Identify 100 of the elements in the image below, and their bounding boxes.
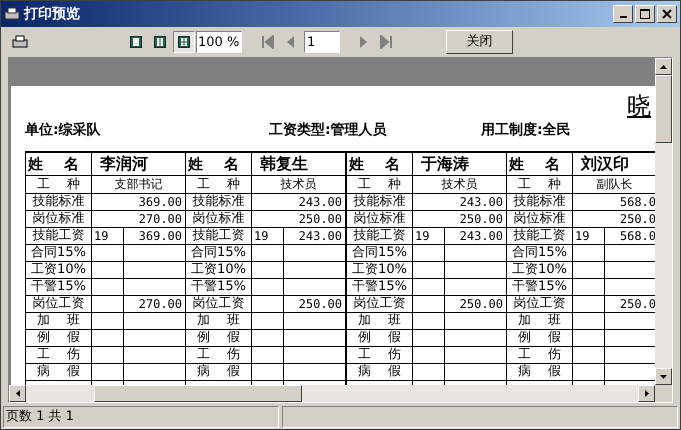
- up-arrow-icon: [660, 64, 667, 68]
- row-label: 工资10%: [507, 262, 573, 278]
- row-label: 技能标准: [186, 194, 252, 210]
- job-title: 技术员: [440, 176, 478, 193]
- maximize-button[interactable]: [635, 5, 655, 23]
- scroll-thumb[interactable]: [94, 385, 302, 402]
- job-label: 工 种: [507, 176, 573, 193]
- scroll-up-button[interactable]: [655, 58, 672, 75]
- scroll-right-button[interactable]: [638, 385, 655, 402]
- amount-cell-text: 250.00: [298, 211, 343, 227]
- scroll-left-button[interactable]: [9, 385, 26, 402]
- job-title: 技术员: [280, 176, 318, 193]
- row-label: 病 假: [186, 364, 252, 380]
- printer-icon: [4, 6, 20, 22]
- job-title: 支部书记: [114, 176, 164, 193]
- page-number-field[interactable]: 1: [304, 31, 340, 53]
- amount-cell-text: 250.0: [618, 296, 655, 312]
- page-title: 晓: [627, 92, 652, 120]
- row-label: 合同15%: [186, 245, 252, 261]
- row-label: 干警15%: [347, 279, 413, 295]
- row-label: 工 伤: [347, 347, 413, 363]
- maximize-icon: [640, 9, 650, 19]
- row-label: 合同15%: [347, 245, 413, 261]
- row-label: 加 班: [507, 313, 573, 329]
- amount-cell-text: 369.00: [138, 194, 183, 210]
- row-label: 岗位标准: [26, 211, 92, 227]
- horizontal-scrollbar[interactable]: [9, 385, 655, 402]
- right-arrow-icon: [644, 390, 648, 397]
- row-label: 技能工资: [186, 228, 252, 244]
- view-mode-button[interactable]: [173, 31, 195, 53]
- amount-cell-text: 243.00: [458, 228, 504, 244]
- row-label: 干警15%: [507, 279, 573, 295]
- amount-cell-text: 243.00: [298, 194, 343, 210]
- row-label: 岗位标准: [186, 211, 252, 227]
- job-title: 副队长: [596, 176, 634, 193]
- row-label: 干警15%: [26, 279, 92, 295]
- row-label: 加 班: [26, 313, 92, 329]
- report-info: 工资类型:管理人员: [269, 121, 388, 140]
- minimize-button[interactable]: [613, 5, 633, 23]
- close-button[interactable]: [657, 5, 677, 23]
- row-label: 例 假: [186, 330, 252, 346]
- vertical-scrollbar[interactable]: [655, 58, 672, 385]
- row-label: 例 假: [347, 330, 413, 346]
- row-label: 病 假: [347, 364, 413, 380]
- row-label: 加 班: [347, 313, 413, 329]
- amount-cell-text: 250.00: [458, 296, 504, 312]
- row-label: 合同15%: [26, 245, 92, 261]
- close-icon: [662, 9, 672, 19]
- amount-cell-text: 243.00: [458, 194, 504, 210]
- job-label: 工 种: [347, 176, 413, 193]
- row-label: 工 伤: [26, 347, 92, 363]
- row-label: 干警15%: [186, 279, 252, 295]
- row-label: 技能标准: [507, 194, 573, 210]
- job-label: 工 种: [26, 176, 92, 193]
- amount-cell-text: 369.00: [138, 228, 183, 244]
- row-label: 工资10%: [26, 262, 92, 278]
- amount-cell-text: 270.00: [138, 296, 183, 312]
- row-label: 技能标准: [347, 194, 413, 210]
- row-label: 例 假: [26, 330, 92, 346]
- two-page-icon: [154, 36, 166, 48]
- row-label: 病 假: [507, 364, 573, 380]
- row-label: 技能工资: [507, 228, 573, 244]
- row-label: 加 班: [186, 313, 252, 329]
- row-label: 岗位工资: [507, 296, 573, 312]
- employee-name: 刘汉印: [580, 153, 630, 175]
- row-label: 病 假: [26, 364, 92, 380]
- row-label: 合同15%: [507, 245, 573, 261]
- name-label: 姓 名: [507, 153, 573, 175]
- amount-cell-text: 250.00: [298, 296, 343, 312]
- report-info: 用工制度:全民: [481, 120, 571, 140]
- grade-cell: 19: [413, 228, 445, 244]
- multi-page-icon: [178, 36, 190, 48]
- amount-cell-text: 250.0: [618, 211, 655, 227]
- scroll-thumb[interactable]: [655, 75, 672, 143]
- row-label: 工资10%: [186, 262, 252, 278]
- status-text: 页数 1 共 1: [3, 406, 279, 428]
- grade-cell: 19: [573, 228, 605, 244]
- row-label: 技能工资: [26, 228, 92, 244]
- row-label: 岗位工资: [347, 296, 413, 312]
- amount-cell-text: 250.00: [458, 211, 504, 227]
- printer-icon: [12, 35, 28, 49]
- amount-cell-text: 568.0: [618, 228, 655, 244]
- grade-cell: 19: [92, 228, 124, 244]
- employee-name: 韩复生: [259, 153, 309, 175]
- row-label: 例 假: [507, 330, 573, 346]
- row-label: 岗位工资: [186, 296, 252, 312]
- name-label: 姓 名: [186, 153, 252, 175]
- employee-name: 李润河: [98, 153, 149, 175]
- scroll-down-button[interactable]: [655, 368, 672, 385]
- row-label: 工 伤: [186, 347, 252, 363]
- name-label: 姓 名: [347, 153, 413, 175]
- amount-cell-text: 270.00: [138, 211, 183, 227]
- row-label: 岗位工资: [26, 296, 92, 312]
- left-arrow-icon: [16, 390, 20, 397]
- row-label: 工 伤: [507, 347, 573, 363]
- close-button[interactable]: 关闭: [446, 30, 513, 54]
- amount-cell-text: 243.00: [298, 228, 343, 244]
- minimize-icon: [620, 16, 626, 18]
- zoom-field[interactable]: 100 %: [196, 31, 242, 53]
- window-title: 打印预览: [24, 4, 80, 24]
